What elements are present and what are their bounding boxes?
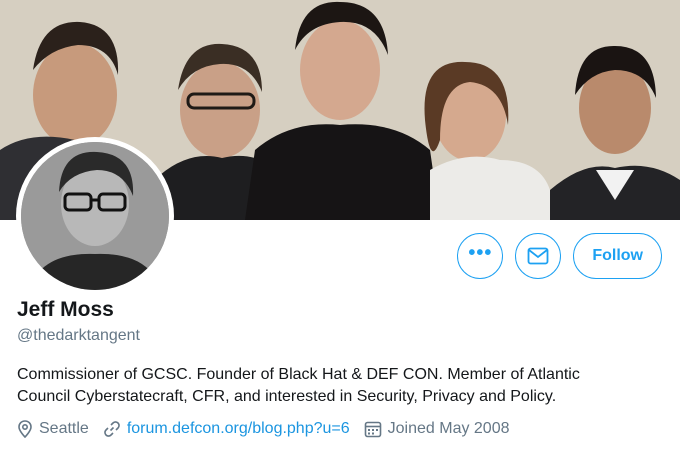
more-button[interactable]: ••• bbox=[457, 233, 504, 279]
website-item: forum.defcon.org/blog.php?u=6 bbox=[103, 420, 350, 438]
profile-name: Jeff Moss bbox=[17, 298, 114, 321]
profile-bio: Commissioner of GCSC. Founder of Black H… bbox=[17, 366, 580, 405]
location-pin-icon bbox=[18, 420, 32, 438]
profile-meta: Seattle forum.defcon.org/blog.php?u=6 Jo… bbox=[17, 420, 524, 438]
link-icon bbox=[103, 421, 120, 437]
location-text: Seattle bbox=[39, 420, 89, 437]
avatar[interactable] bbox=[16, 137, 174, 295]
envelope-icon bbox=[527, 247, 549, 265]
joined-item: Joined May 2008 bbox=[364, 420, 510, 438]
profile-handle: @thedarktangent bbox=[17, 327, 140, 344]
follow-button[interactable]: Follow bbox=[573, 233, 662, 279]
more-icon: ••• bbox=[468, 242, 493, 264]
website-link[interactable]: forum.defcon.org/blog.php?u=6 bbox=[127, 420, 350, 438]
message-button[interactable] bbox=[515, 233, 562, 279]
profile-actions: ••• Follow bbox=[457, 233, 662, 279]
calendar-icon bbox=[364, 421, 381, 438]
location-item: Seattle bbox=[17, 420, 89, 438]
avatar-photo bbox=[21, 142, 169, 290]
joined-text: Joined May 2008 bbox=[387, 420, 510, 437]
